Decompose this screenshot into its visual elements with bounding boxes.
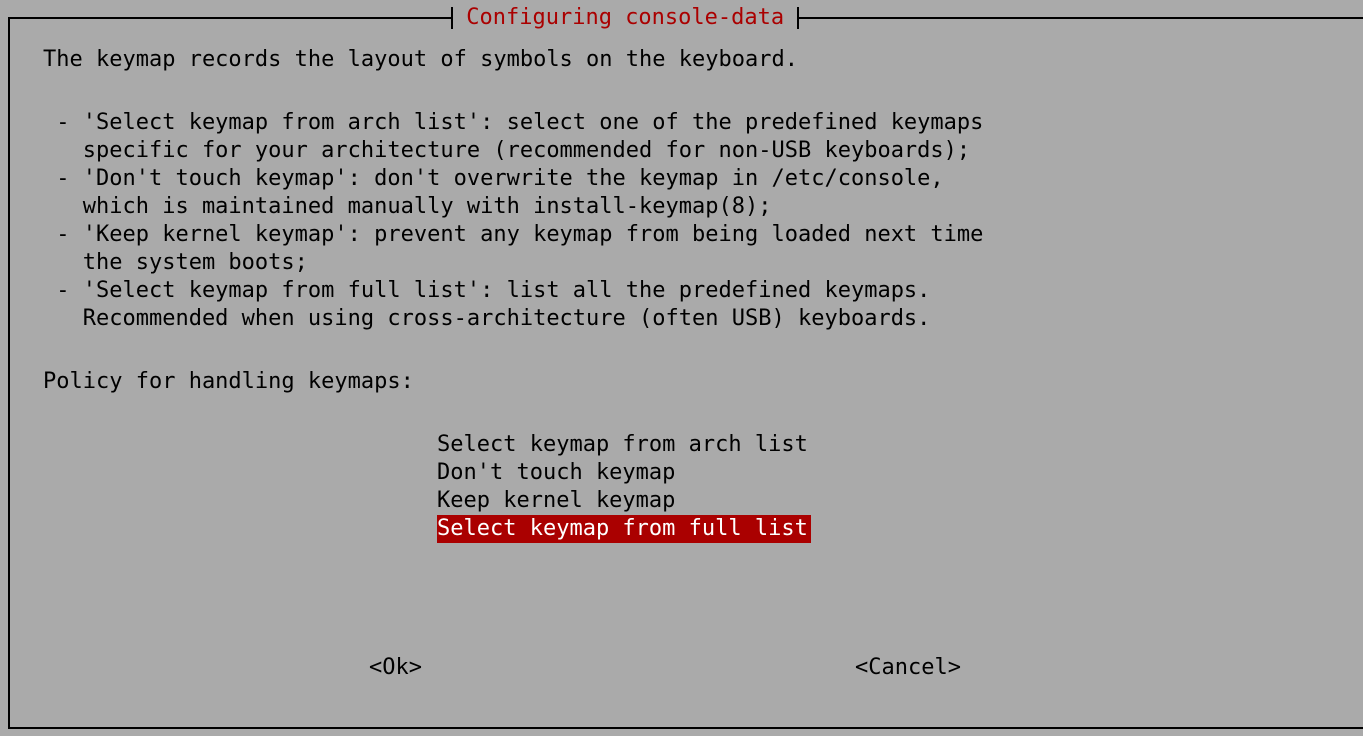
description-line: which is maintained manually with instal… [43,194,772,219]
dialog-title-text: Configuring console-data [466,5,785,30]
description-line: - 'Select keymap from arch list': select… [43,110,984,135]
description-line: - 'Don't touch keymap': don't overwrite … [43,166,944,191]
menu-item-keep-kernel[interactable]: Keep kernel keymap [437,487,678,515]
prompt-label: Policy for handling keymaps: [43,369,414,394]
description-line: - 'Keep kernel keymap': prevent any keym… [43,222,984,247]
menu-item-arch-list[interactable]: Select keymap from arch list [437,431,811,459]
description-line: specific for your architecture (recommen… [43,138,971,163]
menu-item-full-list[interactable]: Select keymap from full list [437,515,811,543]
cancel-button[interactable]: <Cancel> [855,654,961,682]
terminal-screen: Configuring console-data The keymap reco… [0,0,1363,736]
description-line: Recommended when using cross-architectur… [43,306,931,331]
description-line: - 'Select keymap from full list': list a… [43,278,931,303]
dialog-title: Configuring console-data [451,5,800,30]
title-right-bar [797,7,800,29]
description-line: The keymap records the layout of symbols… [43,47,798,72]
ok-button[interactable]: <Ok> [369,654,422,682]
title-left-bar [451,7,453,29]
menu-item-dont-touch[interactable]: Don't touch keymap [437,459,678,487]
description-line: the system boots; [43,250,308,275]
